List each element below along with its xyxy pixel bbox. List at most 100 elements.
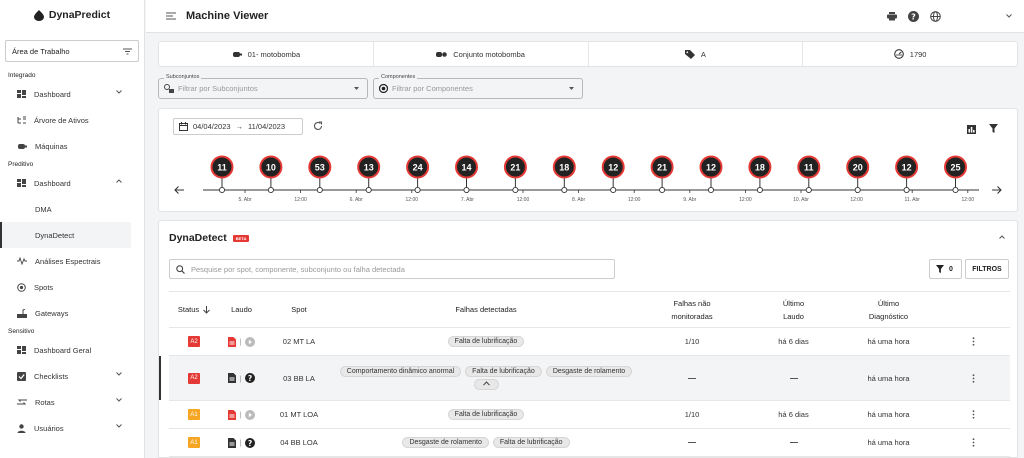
subconjuntos-label: Subconjuntos — [164, 74, 202, 80]
table-row[interactable]: A1 | ? 04 BB LOA Desgaste de rolamento F… — [169, 429, 1010, 457]
chevron-down-icon[interactable] — [116, 372, 122, 376]
col-status[interactable]: Status — [169, 303, 219, 316]
chevron-down-icon[interactable] — [116, 424, 122, 428]
sidebar: DynaPredict Área de Trabalho Integrado D… — [0, 0, 145, 458]
globe-icon[interactable] — [930, 11, 941, 22]
timeline-tick-label: 7. Abr — [461, 197, 474, 203]
sidebar-item-label: DynaDetect — [35, 230, 75, 240]
play-icon[interactable] — [245, 336, 256, 347]
timeline-next-arrow-icon[interactable] — [992, 186, 1002, 194]
filter-count-button[interactable]: 0 — [929, 259, 962, 279]
more-vert-icon[interactable] — [972, 438, 975, 447]
filter-lines-icon[interactable] — [123, 48, 132, 55]
dynadetect-search[interactable]: Pesquise por spot, componente, subconjun… — [169, 259, 615, 279]
sidebar-item-dynadetect[interactable]: DynaDetect — [0, 222, 131, 248]
timeline-prev-arrow-icon[interactable] — [174, 186, 184, 194]
col-nao-mon-line1: Falhas não — [673, 298, 711, 308]
sidebar-item-gateways[interactable]: Gateways — [0, 300, 144, 326]
caret-down-icon — [569, 87, 574, 90]
sidebar-item-maquinas[interactable]: Máquinas — [0, 133, 144, 159]
col-ultimo-laudo-line2: Laudo — [783, 311, 804, 321]
menu-collapse-icon[interactable] — [166, 12, 176, 20]
timeline-chart: 5. Abr 12:00 6. Abr 12:00 7. Abr 12:00 8. Abr 1… — [174, 155, 1002, 203]
sidebar-item-checklists[interactable]: Checklists — [0, 363, 144, 389]
empty-dash — [688, 377, 696, 379]
report-icon[interactable] — [227, 373, 236, 383]
report-icon[interactable] — [227, 437, 236, 448]
fault-chip: Desgaste de rolamento — [545, 366, 633, 377]
report-icon[interactable] — [227, 336, 236, 347]
workspace-select[interactable]: Área de Trabalho — [5, 40, 139, 62]
more-vert-icon[interactable] — [972, 337, 975, 346]
sidebar-item-arvore[interactable]: Árvore de Ativos — [0, 107, 144, 133]
account-chevron-down-icon[interactable] — [1006, 14, 1012, 18]
sidebar-item-dashboard-preditivo[interactable]: Dashboard — [0, 170, 144, 196]
event-count: 24 — [413, 162, 423, 172]
sidebar-item-label: Árvore de Ativos — [34, 115, 89, 125]
chevron-up-icon — [482, 381, 490, 386]
chevron-down-icon[interactable] — [116, 90, 122, 94]
section-sensitivo: Sensitivo — [8, 328, 35, 335]
col-spot: Spot — [264, 303, 334, 316]
laudo-cell: | — [219, 336, 264, 347]
sidebar-item-analises[interactable]: Análises Espectrais — [0, 248, 144, 274]
filter-icon — [936, 265, 944, 273]
sort-arrow-down-icon[interactable] — [203, 305, 210, 314]
event-axis-dot — [854, 186, 861, 194]
empty-dash — [789, 377, 798, 379]
collapse-chips-button[interactable] — [473, 379, 499, 390]
more-vert-icon[interactable] — [972, 373, 975, 383]
col-laudo: Laudo — [219, 303, 264, 316]
help-icon[interactable]: ? — [908, 11, 919, 22]
sidebar-item-spots[interactable]: Spots — [0, 274, 144, 300]
falhas-cell: Falta de lubrificação — [334, 335, 638, 348]
event-count: 11 — [217, 162, 227, 172]
sidebar-item-rotas[interactable]: Rotas — [0, 389, 144, 415]
dashboard-icon — [17, 90, 26, 98]
sidebar-item-dashboard-integrado[interactable]: Dashboard — [0, 81, 144, 107]
timeline-tick-label: 10. Abr — [793, 197, 809, 203]
report-icon[interactable] — [227, 409, 236, 420]
dynadetect-title: DynaDetect — [169, 232, 227, 244]
componentes-select[interactable]: Componentes Filtrar por Componentes — [373, 74, 583, 99]
spot-name: 03 BB LA — [283, 373, 315, 383]
sidebar-item-dashboard-geral[interactable]: Dashboard Geral — [0, 337, 144, 363]
collapse-chevron-icon[interactable] — [999, 235, 1005, 239]
chevron-down-icon[interactable] — [116, 398, 122, 402]
sidebar-item-dma[interactable]: DMA — [0, 196, 144, 222]
table-row[interactable]: A2 | ? 03 BB LA Comportamento dinâmico a… — [159, 356, 1010, 401]
sidebar-item-label: Análises Espectrais — [35, 256, 101, 266]
sidebar-item-label: Checklists — [34, 371, 69, 381]
route-icon — [17, 398, 27, 406]
spot-cell: 02 MT LA — [264, 337, 334, 346]
ultimo-laudo-value: há 6 dias — [778, 410, 809, 419]
more-vert-icon[interactable] — [972, 410, 975, 419]
table-row[interactable]: A2 | 02 MT LA Falta de lubrificação 1/10… — [169, 328, 1010, 356]
timeline-tick-label: 11. Abr — [904, 197, 920, 203]
play-icon[interactable] — [245, 409, 256, 420]
spot-cell: 03 BB LA — [264, 374, 334, 383]
beta-badge: BETA — [232, 234, 250, 242]
row-actions-cell — [936, 410, 1010, 419]
brand-name: DynaPredict — [48, 9, 111, 21]
subassembly-icon — [164, 84, 174, 93]
brand-logo[interactable]: DynaPredict — [0, 0, 144, 30]
table-row[interactable]: A1 | 01 MT LOA Falta de lubrificação 1/1… — [169, 401, 1010, 429]
subconjuntos-select[interactable]: Subconjuntos Filtrar por Subconjuntos — [158, 74, 368, 99]
event-axis-dot — [610, 186, 617, 194]
falhas-cell: Desgaste de rolamento Falta de lubrifica… — [334, 436, 638, 449]
motor-pump-icon — [436, 51, 448, 58]
machine-name-cell: 01- motobomba — [159, 42, 374, 66]
chevron-up-icon[interactable] — [116, 179, 122, 183]
help-circle-icon[interactable]: ? — [245, 373, 256, 383]
print-icon[interactable] — [887, 12, 897, 21]
ultimo-diagnostico-cell: há uma hora — [841, 374, 936, 383]
search-icon — [176, 264, 185, 274]
event-axis-dot — [267, 186, 274, 194]
help-circle-icon[interactable]: ? — [245, 437, 256, 448]
laudo-separator: | — [239, 438, 242, 447]
col-nao-mon-line2: monitoradas — [671, 311, 713, 321]
ultimo-diagnostico-value: há uma hora — [867, 373, 910, 383]
sidebar-item-usuarios[interactable]: Usuários — [0, 415, 144, 441]
filters-button[interactable]: FILTROS — [965, 259, 1009, 279]
